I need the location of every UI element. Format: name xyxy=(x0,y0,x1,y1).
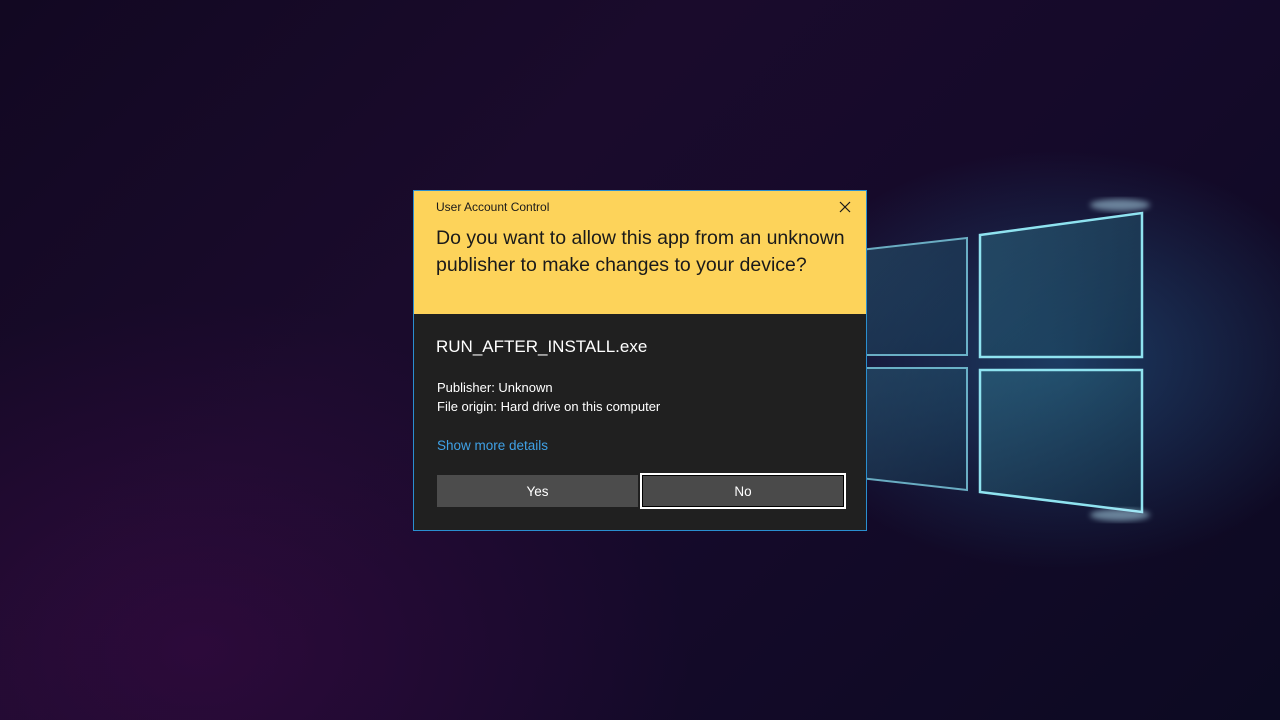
uac-question: Do you want to allow this app from an un… xyxy=(436,227,845,276)
show-more-details-link[interactable]: Show more details xyxy=(437,438,548,453)
desktop-wallpaper: User Account Control Do you want to allo… xyxy=(0,0,1280,720)
dialog-title: User Account Control xyxy=(436,200,550,214)
yes-button[interactable]: Yes xyxy=(437,475,638,507)
app-name: RUN_AFTER_INSTALL.exe xyxy=(436,337,648,356)
uac-dialog: User Account Control Do you want to allo… xyxy=(413,190,867,531)
close-icon xyxy=(839,201,851,213)
publisher-info: Publisher: Unknown xyxy=(437,380,553,395)
no-button[interactable]: No xyxy=(640,473,846,509)
file-origin-info: File origin: Hard drive on this computer xyxy=(437,399,661,414)
close-button[interactable] xyxy=(832,195,858,219)
uac-header: User Account Control Do you want to allo… xyxy=(414,191,866,314)
